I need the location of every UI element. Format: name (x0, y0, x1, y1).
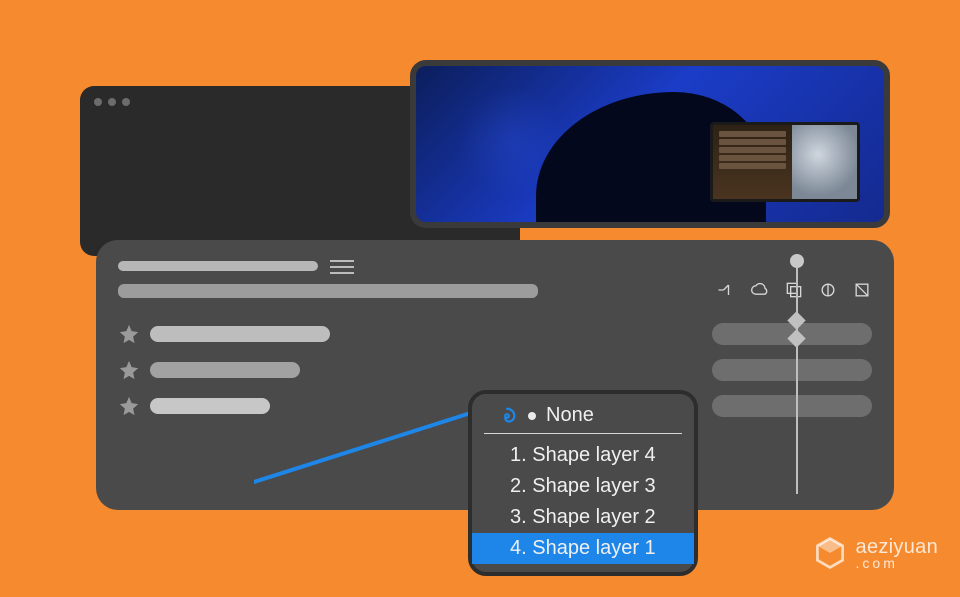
star-icon[interactable] (118, 359, 140, 381)
star-icon[interactable] (118, 323, 140, 345)
timeline-ruler[interactable] (722, 254, 872, 494)
playhead[interactable] (790, 254, 804, 268)
preview-window (410, 60, 890, 228)
window-dot[interactable] (108, 98, 116, 106)
dropdown-item[interactable]: 1. Shape layer 4 (472, 440, 694, 471)
star-icon[interactable] (118, 395, 140, 417)
dropdown-item-selected[interactable]: 4. Shape layer 1 (472, 533, 694, 564)
preview-monitor (710, 122, 860, 202)
panel-title-bar (118, 261, 318, 271)
dropdown-header[interactable]: None (484, 404, 682, 434)
keyframe-icon[interactable] (787, 329, 805, 347)
dropdown-none-label: None (546, 404, 594, 427)
watermark: aeziyuan .com (812, 535, 938, 571)
window-dot[interactable] (122, 98, 130, 106)
pickwhip-icon[interactable] (496, 405, 518, 427)
window-controls[interactable] (94, 98, 130, 106)
layer-name-bar (150, 326, 330, 342)
bullet-icon (528, 412, 536, 420)
preview-head (634, 96, 678, 140)
playhead-line (796, 254, 798, 494)
dropdown-item[interactable]: 3. Shape layer 2 (472, 502, 694, 533)
panel-menu-icon[interactable] (330, 260, 354, 274)
search-bar[interactable] (118, 284, 538, 298)
layer-name-bar (150, 362, 300, 378)
keyframe-icon[interactable] (787, 311, 805, 329)
window-dot[interactable] (94, 98, 102, 106)
parent-dropdown[interactable]: None 1. Shape layer 4 2. Shape layer 3 3… (468, 390, 698, 576)
dropdown-item[interactable]: 2. Shape layer 3 (472, 471, 694, 502)
watermark-logo-icon (812, 535, 848, 571)
layer-name-bar (150, 398, 270, 414)
